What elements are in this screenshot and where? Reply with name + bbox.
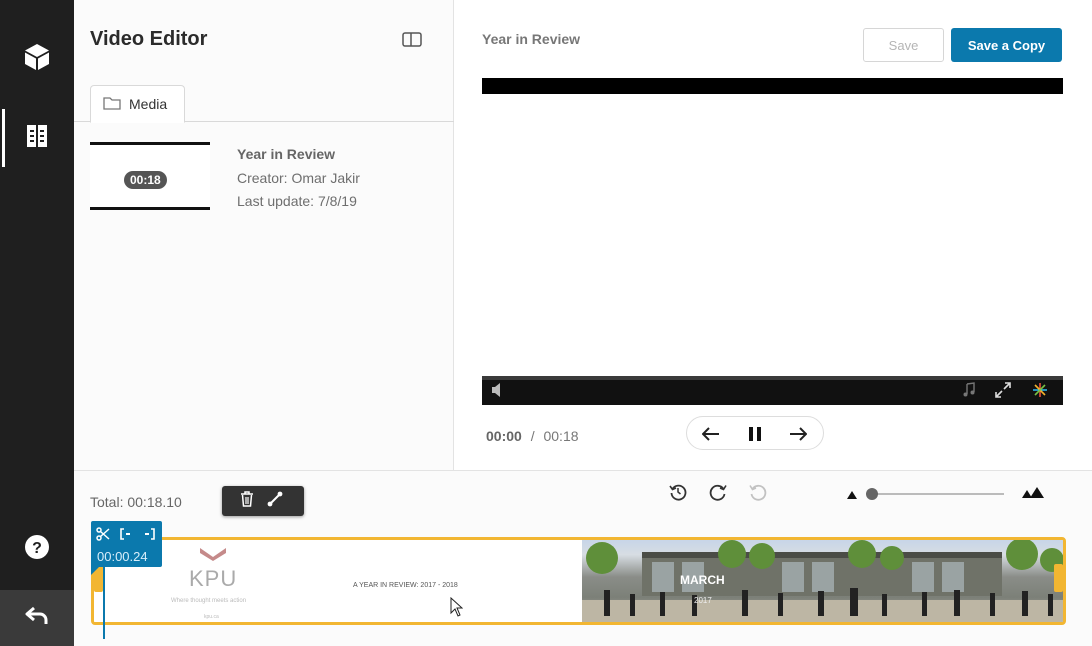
video-player[interactable] bbox=[482, 78, 1063, 405]
media-panel: Video Editor Media 00:18 Year in Review … bbox=[74, 0, 454, 470]
save-a-copy-button[interactable]: Save a Copy bbox=[951, 28, 1062, 62]
pause-button[interactable] bbox=[746, 425, 764, 443]
media-title: Year in Review bbox=[237, 146, 336, 162]
svg-text:?: ? bbox=[32, 540, 42, 557]
clip-year-label: 2017 bbox=[694, 596, 712, 605]
media-thumbnail[interactable]: 00:18 bbox=[90, 142, 210, 210]
layout-toggle-icon[interactable] bbox=[402, 32, 422, 47]
zoom-in-icon[interactable] bbox=[1022, 486, 1044, 505]
split-scissors-icon[interactable] bbox=[96, 527, 110, 541]
timecode: 00:00 / 00:18 bbox=[486, 428, 579, 444]
tab-media[interactable]: Media bbox=[90, 85, 185, 123]
cube-icon bbox=[24, 43, 50, 76]
kaltura-logo-icon[interactable] bbox=[1032, 382, 1048, 403]
fullscreen-icon[interactable] bbox=[995, 382, 1011, 403]
campus-scene bbox=[582, 540, 1063, 622]
step-back-button[interactable] bbox=[702, 425, 720, 443]
kpu-logo-text: KPU bbox=[189, 566, 238, 591]
trim-handle-right[interactable] bbox=[1054, 564, 1063, 592]
page-title: Video Editor bbox=[90, 28, 208, 50]
player-area: Year in Review Save Save a Copy 00:00 / … bbox=[455, 0, 1092, 470]
video-letterbox-top bbox=[482, 78, 1063, 94]
save-button[interactable]: Save bbox=[863, 28, 944, 62]
clip-month-label: MARCH bbox=[680, 573, 725, 587]
time-separator: / bbox=[530, 428, 535, 444]
volume-icon[interactable] bbox=[491, 382, 501, 403]
rail-item-cube[interactable] bbox=[0, 30, 74, 88]
set-in-point-icon[interactable] bbox=[119, 527, 133, 541]
fade-icon bbox=[267, 491, 283, 512]
delete-clip-button[interactable] bbox=[239, 490, 255, 512]
current-time: 00:00 bbox=[486, 428, 522, 444]
timeline-area: Total: 00:18.10 KPU Where thought meets … bbox=[74, 470, 1092, 646]
left-rail: ? bbox=[0, 0, 74, 646]
folder-icon bbox=[103, 96, 121, 113]
timeline-clip-strip[interactable]: KPU Where thought meets action kpu.ca A … bbox=[91, 537, 1066, 625]
help-button[interactable]: ? bbox=[0, 520, 74, 578]
book-icon bbox=[26, 124, 48, 153]
clip-title-card: KPU Where thought meets action kpu.ca A … bbox=[94, 540, 582, 622]
playhead[interactable]: 00:00.24 bbox=[91, 521, 162, 567]
video-controls-bar bbox=[482, 376, 1063, 405]
zoom-slider-track[interactable] bbox=[872, 493, 1004, 495]
tab-media-label: Media bbox=[129, 96, 168, 112]
fade-clip-button[interactable] bbox=[267, 491, 283, 512]
duration-badge: 00:18 bbox=[124, 171, 167, 189]
history-icon bbox=[669, 483, 687, 506]
trash-icon bbox=[240, 490, 254, 512]
clip-campus-photo: MARCH 2017 bbox=[582, 540, 1063, 622]
rail-item-editor[interactable] bbox=[0, 109, 74, 167]
set-out-point-icon[interactable] bbox=[142, 527, 156, 541]
redo-button[interactable] bbox=[709, 483, 727, 506]
undo-icon bbox=[749, 483, 767, 506]
playhead-time: 00:00.24 bbox=[97, 549, 148, 564]
zoom-control bbox=[846, 485, 1046, 503]
music-note-icon[interactable] bbox=[962, 382, 976, 403]
back-button[interactable] bbox=[0, 590, 74, 646]
playhead-line[interactable] bbox=[103, 567, 105, 639]
playback-controls bbox=[686, 416, 824, 450]
playhead-tail bbox=[91, 567, 99, 575]
zoom-slider-knob[interactable] bbox=[866, 488, 878, 500]
reset-button[interactable] bbox=[669, 483, 687, 506]
kpu-logo-icon bbox=[198, 546, 228, 567]
title-card-caption: A YEAR IN REVIEW: 2017 - 2018 bbox=[353, 582, 458, 589]
undo-arrow-icon bbox=[25, 606, 49, 631]
step-forward-button[interactable] bbox=[789, 425, 807, 443]
redo-icon bbox=[709, 483, 727, 506]
clip-toolbar bbox=[222, 486, 304, 516]
help-icon: ? bbox=[24, 534, 50, 565]
video-title: Year in Review bbox=[482, 31, 581, 47]
zoom-out-icon[interactable] bbox=[846, 488, 858, 506]
total-time: 00:18 bbox=[543, 428, 579, 444]
panel-tabs: Media bbox=[74, 85, 454, 123]
media-last-update: Last update: 7/8/19 bbox=[237, 193, 357, 209]
undo-button[interactable] bbox=[749, 483, 767, 506]
mouse-cursor-icon bbox=[450, 596, 464, 622]
total-duration: Total: 00:18.10 bbox=[90, 494, 182, 510]
media-item[interactable]: 00:18 Year in Review Creator: Omar Jakir… bbox=[90, 142, 430, 210]
kpu-url: kpu.ca bbox=[204, 614, 219, 620]
media-creator: Creator: Omar Jakir bbox=[237, 170, 360, 186]
kpu-tagline: Where thought meets action bbox=[171, 598, 247, 604]
